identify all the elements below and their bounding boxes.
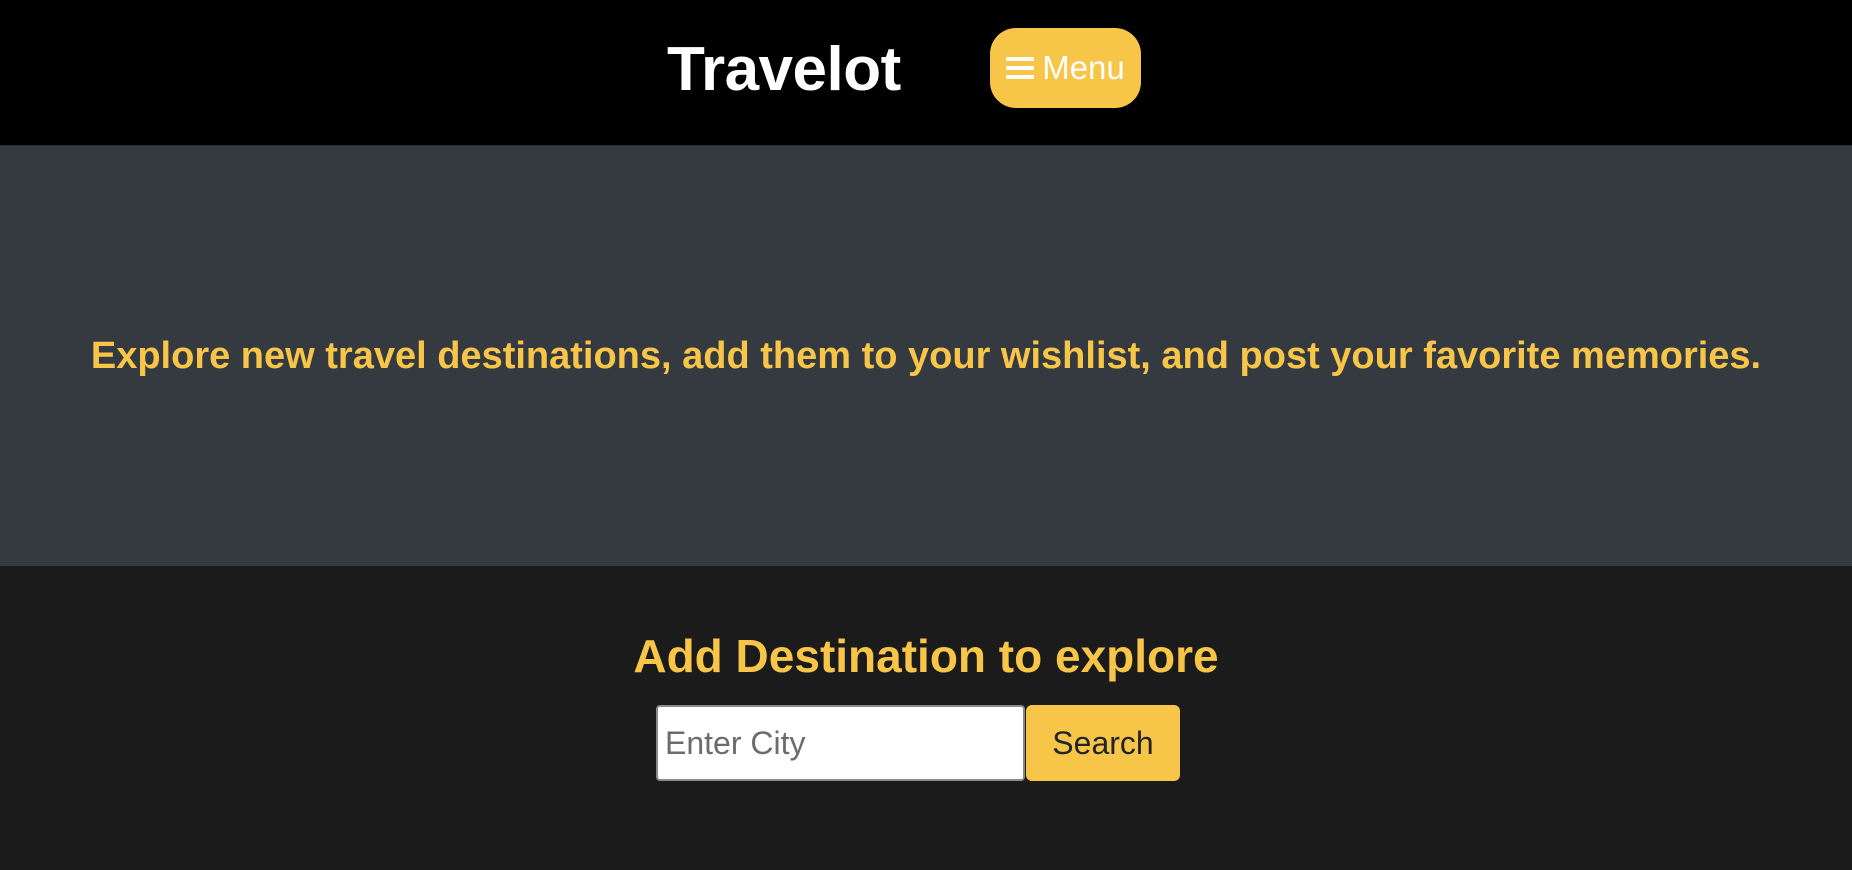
hamburger-icon [1006,57,1035,79]
brand-logo-text[interactable]: Travelot [667,30,901,110]
hero-banner: Explore new travel destinations, add the… [0,146,1852,566]
hero-tagline: Explore new travel destinations, add the… [90,334,1762,377]
city-search-form: Search [656,705,1180,781]
menu-button[interactable]: Menu [990,28,1141,108]
add-destination-section: Add Destination to explore Search [0,566,1852,870]
add-destination-heading: Add Destination to explore [633,630,1219,682]
search-button[interactable]: Search [1026,705,1180,781]
city-input[interactable] [656,705,1025,781]
navbar: Travelot Menu [0,0,1852,146]
menu-button-label: Menu [1042,49,1125,86]
